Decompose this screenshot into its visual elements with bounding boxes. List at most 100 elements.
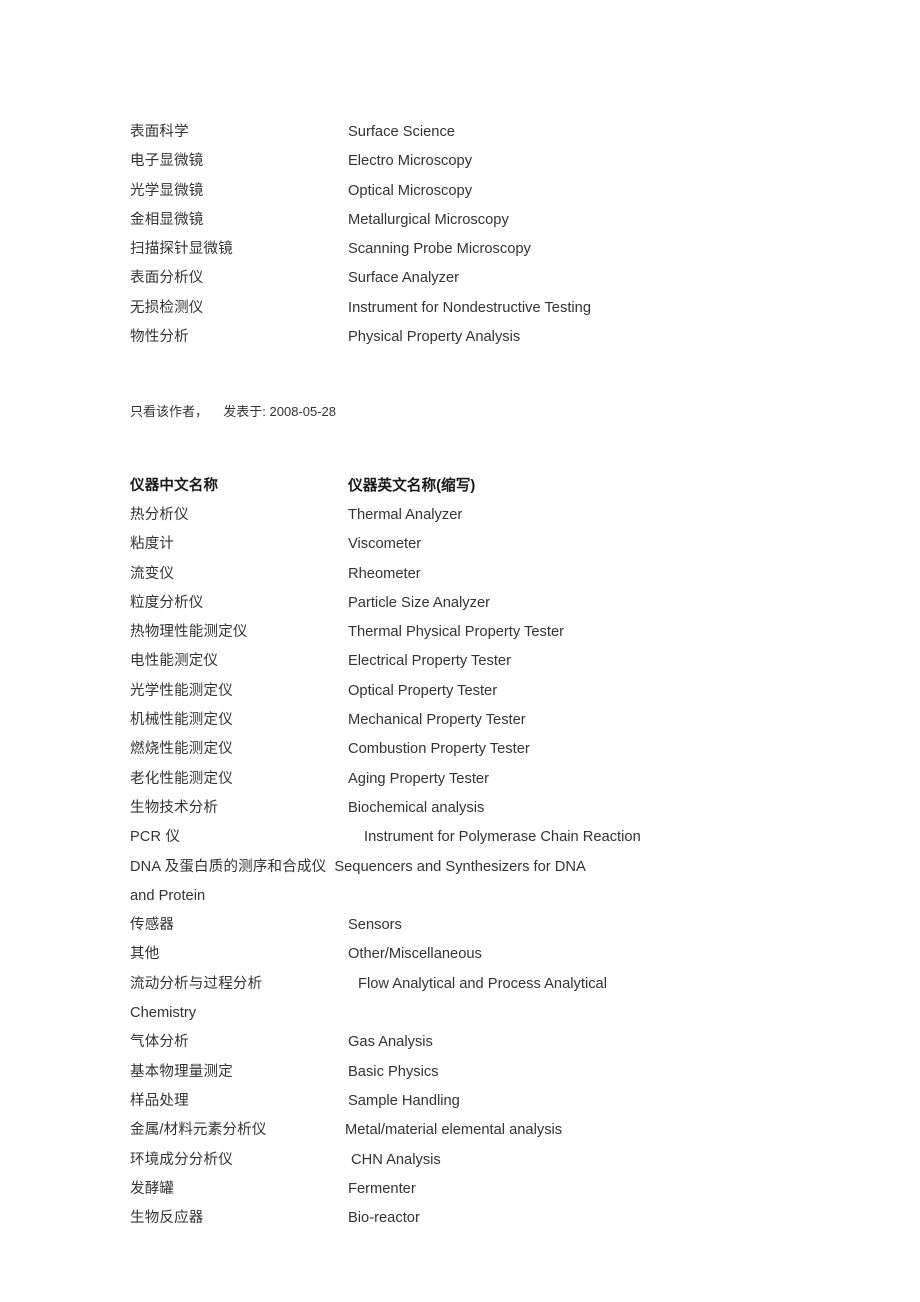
- instrument-english-continued: and Protein: [130, 887, 206, 904]
- term-english: Instrument for Nondestructive Testing: [348, 299, 592, 316]
- term-chinese: 光学显微镜: [130, 182, 204, 199]
- instrument-chinese: 生物技术分析: [130, 799, 219, 816]
- instrument-english-continued: Chemistry: [130, 1005, 197, 1022]
- term-chinese: 扫描探针显微镜: [130, 241, 233, 258]
- table-row: 流动分析与过程分析 Flow Analytical and Process Ana…: [130, 970, 640, 999]
- table-row: 热分析仪 Thermal Analyzer: [130, 501, 640, 530]
- table-row: DNA 及蛋白质的测序和合成仪 Sequencers and Synthesize…: [130, 853, 640, 882]
- list-item: 物性分析 Physical Property Analysis: [130, 323, 640, 352]
- list-item: 表面科学 Surface Science: [130, 118, 640, 147]
- instrument-english: Instrument for Polymerase Chain Reaction: [364, 829, 640, 846]
- instrument-english: Fermenter: [348, 1180, 416, 1197]
- term-chinese: 表面分析仪: [130, 270, 204, 287]
- table-row: 机械性能测定仪 Mechanical Property Tester: [130, 706, 640, 735]
- top-term-list: 表面科学 Surface Science 电子显微镜 Electro Microsc…: [130, 118, 640, 352]
- instrument-name-table: 仪器中文名称 仪器英文名称(缩写) 热分析仪 Thermal Analyzer 粘度…: [130, 472, 640, 1234]
- instrument-chinese: 其他: [130, 946, 160, 963]
- instrument-english: Sensors: [348, 917, 402, 934]
- table-row: 传感器 Sensors: [130, 911, 640, 940]
- instrument-chinese: 机械性能测定仪: [130, 712, 233, 729]
- instrument-chinese: 流动分析与过程分析: [130, 975, 263, 992]
- table-row: 生物技术分析 Biochemical analysis: [130, 794, 640, 823]
- column-header-english: 仪器英文名称(缩写): [348, 477, 476, 494]
- table-row: 粒度分析仪 Particle Size Analyzer: [130, 589, 640, 618]
- instrument-chinese: 粘度计: [130, 536, 175, 553]
- table-header-row: 仪器中文名称 仪器英文名称(缩写): [130, 472, 640, 501]
- instrument-english: Bio-reactor: [348, 1210, 420, 1227]
- table-row-continuation: Chemistry: [130, 999, 640, 1028]
- term-english: Surface Analyzer: [348, 270, 460, 287]
- instrument-chinese: 生物反应器: [130, 1210, 204, 1227]
- instrument-chinese: 热分析仪: [130, 506, 189, 523]
- instrument-chinese: PCR 仪: [130, 829, 181, 846]
- instrument-chinese: 金属/材料元素分析仪: [130, 1122, 267, 1139]
- list-item: 无损检测仪 Instrument for Nondestructive Testi…: [130, 294, 640, 323]
- column-header-chinese: 仪器中文名称: [130, 477, 219, 494]
- term-english: Surface Science: [348, 124, 455, 140]
- list-item: 金相显微镜 Metallurgical Microscopy: [130, 206, 640, 235]
- table-row: 光学性能测定仪 Optical Property Tester: [130, 677, 640, 706]
- table-row: 热物理性能测定仪 Thermal Physical Property Tester: [130, 618, 640, 647]
- list-item: 光学显微镜 Optical Microscopy: [130, 177, 640, 206]
- instrument-english: Electrical Property Tester: [348, 653, 511, 670]
- instrument-chinese: 老化性能测定仪: [130, 770, 233, 787]
- instrument-english: Metal/material elemental analysis: [345, 1122, 563, 1139]
- list-item: 电子显微镜 Electro Microscopy: [130, 147, 640, 176]
- instrument-chinese: 热物理性能测定仪: [130, 624, 248, 641]
- instrument-english: Combustion Property Tester: [348, 741, 530, 758]
- document-page: 表面科学 Surface Science 电子显微镜 Electro Microsc…: [0, 0, 920, 1302]
- instrument-english: Thermal Physical Property Tester: [348, 624, 565, 641]
- term-chinese: 金相显微镜: [130, 211, 204, 228]
- instrument-chinese: 传感器: [130, 917, 175, 934]
- instrument-chinese: 光学性能测定仪: [130, 682, 233, 699]
- instrument-chinese: 样品处理: [130, 1092, 189, 1109]
- table-row: 燃烧性能测定仪 Combustion Property Tester: [130, 735, 640, 764]
- instrument-chinese: DNA 及蛋白质的测序和合成仪: [130, 858, 327, 875]
- instrument-chinese: 电性能测定仪: [130, 653, 219, 670]
- instrument-chinese: 基本物理量测定: [130, 1063, 233, 1080]
- table-row: 其他 Other/Miscellaneous: [130, 940, 640, 969]
- term-english: Metallurgical Microscopy: [348, 211, 509, 228]
- term-chinese: 电子显微镜: [130, 153, 204, 170]
- table-row: PCR 仪 Instrument for Polymerase Chain Rea…: [130, 823, 640, 852]
- term-english: Optical Microscopy: [348, 182, 473, 199]
- instrument-english: Basic Physics: [348, 1063, 439, 1080]
- table-row: 发酵罐 Fermenter: [130, 1175, 640, 1204]
- instrument-english: Gas Analysis: [348, 1034, 433, 1051]
- instrument-chinese: 气体分析: [130, 1034, 189, 1051]
- instrument-chinese: 环境成分分析仪: [130, 1151, 233, 1168]
- term-chinese: 无损检测仪: [130, 299, 204, 316]
- instrument-english: Sample Handling: [348, 1092, 460, 1109]
- post-date: 2008-05-28: [269, 404, 337, 420]
- instrument-english: Aging Property Tester: [348, 770, 489, 787]
- document-content: 表面科学 Surface Science 电子显微镜 Electro Microsc…: [130, 118, 640, 1233]
- instrument-chinese: 粒度分析仪: [130, 594, 204, 611]
- table-row: 老化性能测定仪 Aging Property Tester: [130, 765, 640, 794]
- table-row: 流变仪 Rheometer: [130, 560, 640, 589]
- term-chinese: 物性分析: [130, 329, 189, 346]
- post-meta-line: 只看该作者， 发表于: 2008-05-28: [130, 397, 640, 426]
- instrument-english: Viscometer: [348, 536, 422, 553]
- term-english: Scanning Probe Microscopy: [348, 241, 531, 258]
- table-row: 金属/材料元素分析仪 Metal/material elemental analy…: [130, 1116, 640, 1145]
- instrument-english: Particle Size Analyzer: [348, 594, 491, 611]
- author-filter-link[interactable]: 只看该作者，: [130, 404, 208, 419]
- instrument-english: Sequencers and Synthesizers for DNA: [334, 858, 586, 875]
- instrument-english: Rheometer: [348, 565, 421, 582]
- list-item: 表面分析仪 Surface Analyzer: [130, 264, 640, 293]
- table-row: 电性能测定仪 Electrical Property Tester: [130, 647, 640, 676]
- table-row: 环境成分分析仪 CHN Analysis: [130, 1146, 640, 1175]
- table-row: 粘度计 Viscometer: [130, 530, 640, 559]
- instrument-english: Biochemical analysis: [348, 799, 485, 816]
- instrument-chinese: 流变仪: [130, 565, 175, 582]
- table-row-continuation: and Protein: [130, 882, 640, 911]
- instrument-chinese: 燃烧性能测定仪: [130, 741, 233, 758]
- instrument-english: Optical Property Tester: [348, 682, 498, 699]
- list-item: 扫描探针显微镜 Scanning Probe Microscopy: [130, 235, 640, 264]
- instrument-english: CHN Analysis: [351, 1151, 441, 1168]
- instrument-english: Flow Analytical and Process Analytical: [358, 975, 607, 992]
- instrument-english: Mechanical Property Tester: [348, 712, 526, 729]
- term-english: Electro Microscopy: [348, 153, 473, 170]
